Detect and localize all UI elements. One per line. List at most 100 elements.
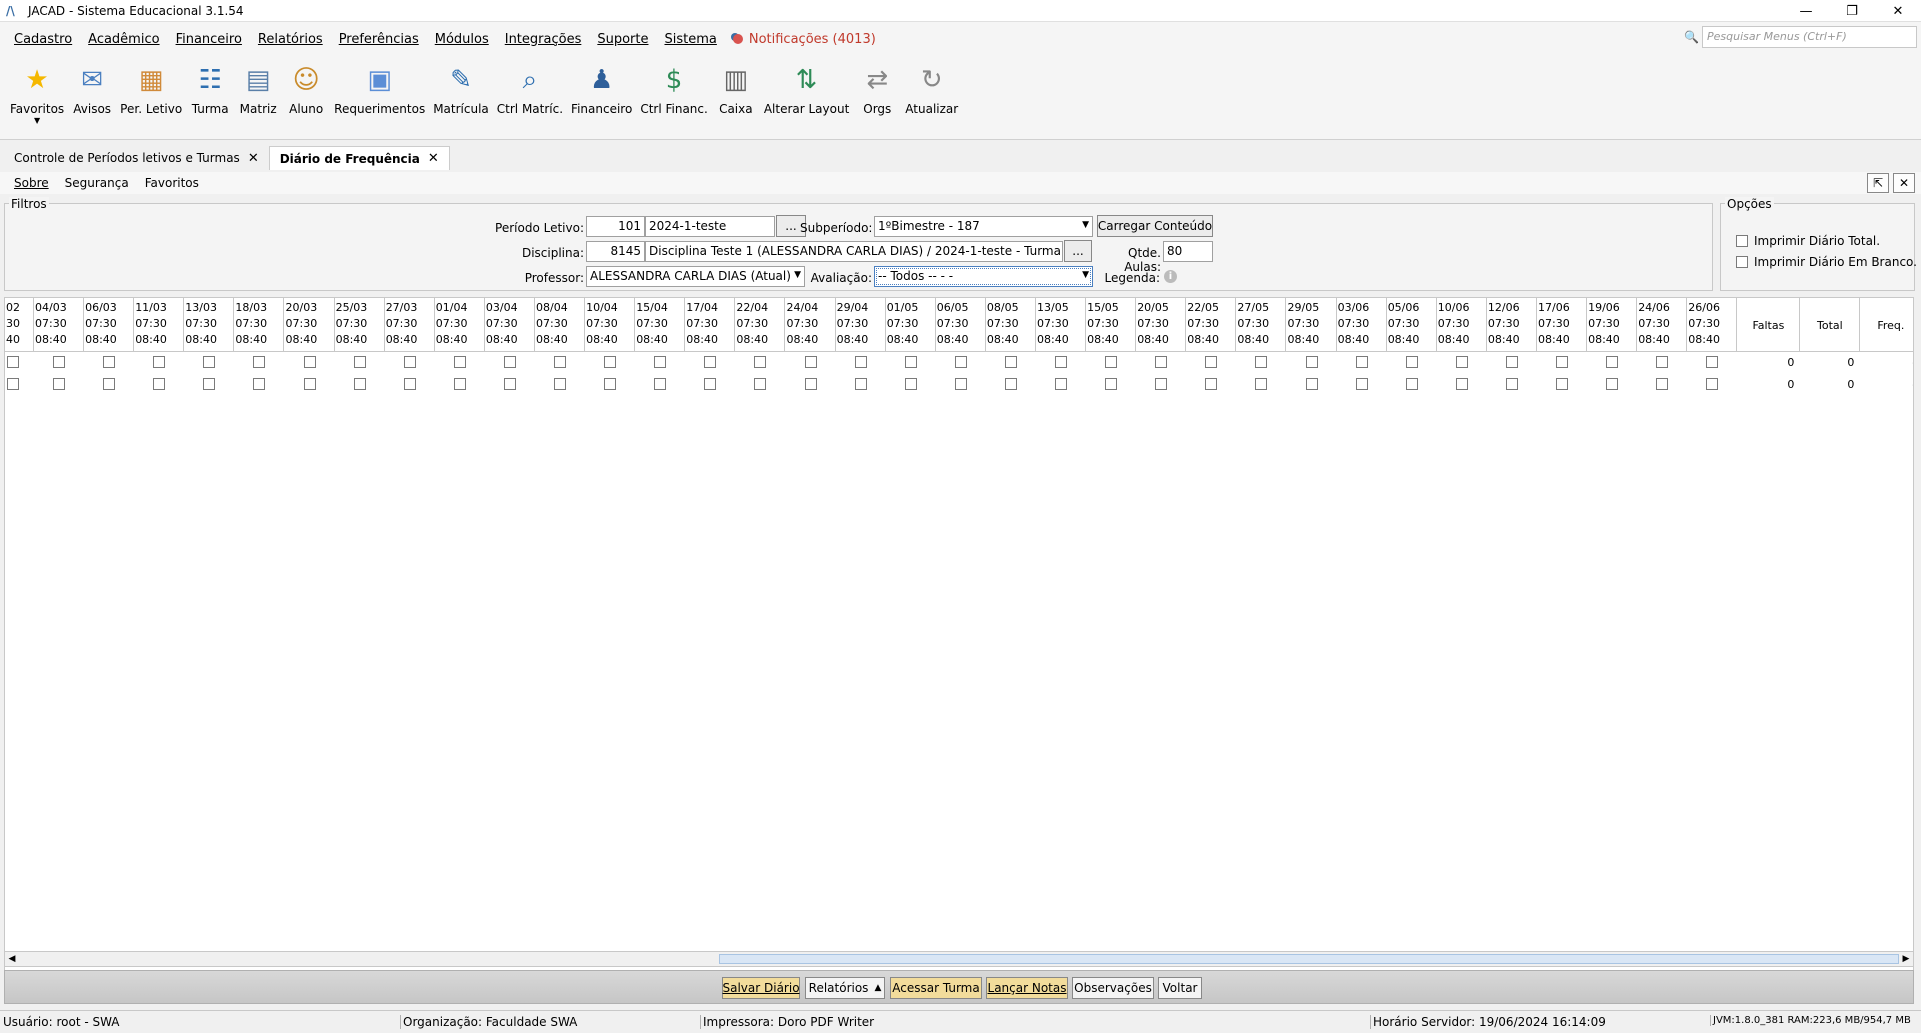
menu-academico[interactable]: Acadêmico [80, 32, 167, 47]
notifications-menu[interactable]: Notificações (4013) [725, 32, 884, 47]
attendance-checkbox[interactable] [954, 356, 967, 368]
toolbar-pencil-document-button[interactable]: ✎ Matrícula [433, 62, 489, 116]
toolbar-swap-button[interactable]: ⇅ Alterar Layout [764, 62, 849, 116]
date-column-header[interactable]: 20/03 07:30 08:40 [285, 298, 335, 352]
attendance-checkbox[interactable] [704, 378, 717, 390]
date-column-header[interactable]: 04/03 07:30 08:40 [34, 298, 85, 352]
attendance-checkbox[interactable] [353, 378, 366, 390]
attendance-checkbox[interactable] [654, 378, 667, 390]
date-column-header[interactable]: 15/04 07:30 08:40 [635, 298, 686, 352]
attendance-checkbox[interactable] [1004, 356, 1017, 368]
horizontal-scrollbar[interactable]: ◀ ▶ [4, 951, 1914, 967]
submenu-favoritos[interactable]: Favoritos [137, 176, 207, 190]
attendance-checkbox[interactable] [1205, 356, 1218, 368]
date-column-header[interactable]: 01/04 07:30 08:40 [435, 298, 485, 352]
attendance-checkbox[interactable] [1105, 378, 1118, 390]
attendance-checkbox[interactable] [754, 356, 767, 368]
close-tab-icon[interactable]: ✕ [248, 151, 259, 166]
attendance-checkbox[interactable] [1155, 378, 1168, 390]
close-tab-icon[interactable]: ✕ [428, 151, 439, 166]
professor-select[interactable]: ALESSANDRA CARLA DIAS (Atual) [586, 266, 805, 287]
attendance-checkbox[interactable] [53, 356, 65, 368]
date-column-header[interactable]: 25/03 07:30 08:40 [335, 298, 385, 352]
attendance-checkbox[interactable] [7, 378, 19, 390]
menu-financeiro[interactable]: Financeiro [168, 32, 250, 47]
attendance-checkbox[interactable] [1405, 378, 1418, 390]
date-column-header[interactable]: 01/05 07:30 08:40 [886, 298, 936, 352]
date-column-header[interactable]: 12/06 07:30 08:40 [1487, 298, 1537, 352]
toolbar-arrows-button[interactable]: ⇄ Orgs [857, 62, 897, 116]
attendance-checkbox[interactable] [153, 378, 166, 390]
attendance-checkbox[interactable] [654, 356, 667, 368]
imprimir-branco-checkbox[interactable] [1736, 256, 1748, 268]
disciplina-lookup-button[interactable]: ... [1064, 240, 1092, 262]
lancar-notas-button[interactable]: Lançar Notas [986, 977, 1068, 999]
attendance-checkbox[interactable] [253, 356, 266, 368]
attendance-checkbox[interactable] [1205, 378, 1218, 390]
header-total[interactable]: Total [1800, 298, 1861, 352]
toolbar-person-money-button[interactable]: ♟ Financeiro [571, 62, 632, 116]
minimize-icon[interactable]: — [1783, 0, 1829, 22]
header-faltas[interactable]: Faltas [1737, 298, 1801, 352]
date-column-header[interactable]: 22/05 07:30 08:40 [1186, 298, 1237, 352]
attendance-checkbox[interactable] [503, 356, 516, 368]
attendance-checkbox[interactable] [103, 356, 116, 368]
attendance-checkbox[interactable] [554, 356, 566, 368]
attendance-checkbox[interactable] [1255, 356, 1268, 368]
attendance-checkbox[interactable] [1656, 378, 1669, 390]
date-column-header[interactable]: 08/05 07:30 08:40 [986, 298, 1036, 352]
attendance-checkbox[interactable] [804, 356, 817, 368]
periodo-code-input[interactable]: 101 [586, 216, 645, 237]
attendance-checkbox[interactable] [1455, 378, 1468, 390]
salvar-diario-button[interactable]: Salvar Diário [722, 977, 800, 999]
menu-sistema[interactable]: Sistema [656, 32, 724, 47]
close-icon[interactable]: ✕ [1875, 0, 1921, 22]
attendance-checkbox[interactable] [1606, 356, 1619, 368]
date-column-header[interactable]: 22/04 07:30 08:40 [735, 298, 786, 352]
date-column-header[interactable]: 15/05 07:30 08:40 [1086, 298, 1137, 352]
toolbar-magnifier-document-button[interactable]: ⌕ Ctrl Matríc. [497, 62, 563, 117]
attendance-checkbox[interactable] [1004, 378, 1017, 390]
chevron-down-icon[interactable]: ▼ [34, 116, 40, 125]
attendance-checkbox[interactable] [604, 356, 617, 368]
attendance-checkbox[interactable] [203, 378, 216, 390]
date-column-header[interactable]: 05/06 07:30 08:40 [1387, 298, 1437, 352]
attendance-checkbox[interactable] [203, 356, 216, 368]
attendance-checkbox[interactable] [904, 356, 917, 368]
date-column-header[interactable]: 13/03 07:30 08:40 [184, 298, 235, 352]
tab-diario-frequencia[interactable]: Diário de Frequência ✕ [268, 146, 450, 170]
submenu-sobre[interactable]: Sobre [6, 176, 57, 190]
attendance-checkbox[interactable] [704, 356, 717, 368]
attendance-checkbox[interactable] [1706, 378, 1719, 390]
attendance-checkbox[interactable] [604, 378, 617, 390]
toolbar-group-button[interactable]: ☷ Turma [190, 62, 230, 116]
attendance-checkbox[interactable] [1405, 356, 1418, 368]
menu-relatorios[interactable]: Relatórios [250, 32, 331, 47]
menu-cadastro[interactable]: Cadastro [6, 32, 80, 47]
attendance-checkbox[interactable] [1055, 356, 1067, 368]
date-column-header[interactable]: 17/06 07:30 08:40 [1537, 298, 1588, 352]
disciplina-name-input[interactable]: Disciplina Teste 1 (ALESSANDRA CARLA DIA… [645, 241, 1063, 262]
attendance-checkbox[interactable] [1556, 378, 1568, 390]
attendance-checkbox[interactable] [554, 378, 566, 390]
subperiodo-select[interactable]: 1ºBimestre - 187 [874, 216, 1093, 237]
qtde-aulas-input[interactable]: 80 [1163, 241, 1213, 262]
date-column-header[interactable]: 24/04 07:30 08:40 [786, 298, 836, 352]
date-column-header[interactable]: 08/04 07:30 08:40 [535, 298, 586, 352]
attendance-checkbox[interactable] [453, 378, 466, 390]
date-column-header[interactable]: 18/03 07:30 08:40 [234, 298, 285, 352]
tab-controle-periodos[interactable]: Controle de Períodos letivos e Turmas ✕ [4, 146, 269, 170]
attendance-checkbox[interactable] [1305, 356, 1318, 368]
date-column-header[interactable]: 02 30 40 [5, 298, 34, 352]
toolbar-matrix-button[interactable]: ▤ Matriz [238, 62, 278, 116]
voltar-button[interactable]: Voltar [1158, 977, 1202, 999]
date-column-header[interactable]: 24/06 07:30 08:40 [1637, 298, 1688, 352]
date-column-header[interactable]: 06/03 07:30 08:40 [84, 298, 135, 352]
attendance-checkbox[interactable] [1505, 356, 1518, 368]
scroll-right-icon[interactable]: ▶ [1900, 953, 1912, 965]
date-column-header[interactable]: 10/04 07:30 08:40 [585, 298, 636, 352]
attendance-checkbox[interactable] [303, 356, 316, 368]
toolbar-envelope-button[interactable]: ✉ Avisos [72, 62, 112, 116]
attendance-checkbox[interactable] [1055, 378, 1067, 390]
attendance-checkbox[interactable] [7, 356, 19, 368]
